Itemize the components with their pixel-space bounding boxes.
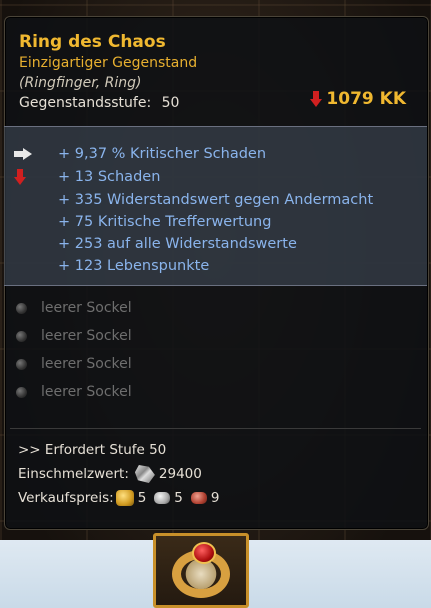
requirement-row: >> Erfordert Stufe 50 [18,438,219,462]
socket-list: leerer Sockel leerer Sockel leerer Socke… [14,294,132,406]
socket-item: leerer Sockel [14,378,132,406]
copper-coin-icon [190,492,207,504]
socket-label: leerer Sockel [41,384,132,400]
tooltip-header: Ring des Chaos Einzigartiger Gegenstand … [19,31,414,113]
item-rarity: Einzigartiger Gegenstand [19,55,198,71]
stat-text: + 123 Lebenspunkte [58,258,210,274]
empty-socket-icon [16,302,27,314]
socket-item: leerer Sockel [14,350,132,378]
stat-text: + 9,37 % Kritischer Schaden [58,146,267,162]
item-name: Ring des Chaos [19,32,166,52]
divider [10,428,421,429]
stats-panel: + 9,37 % Kritischer Schaden + 13 Schaden… [4,126,427,286]
down-arrow-icon [14,169,26,185]
sell-silver: 5 [174,490,183,506]
socket-label: leerer Sockel [41,300,132,316]
empty-socket-icon [16,358,27,370]
sell-copper: 9 [210,490,220,506]
socket-label: leerer Sockel [41,356,132,372]
ring-item-slot[interactable] [153,533,249,608]
socket-item: leerer Sockel [14,322,132,350]
up-arrow-icon [14,148,32,160]
stat-text: + 75 Kritische Trefferwertung [58,214,272,230]
stat-text: + 253 auf alle Widerstandswerte [58,236,297,252]
tooltip-footer: >> Erfordert Stufe 50 Einschmelzwert: 29… [18,438,219,510]
price-change: 1079 KK [310,89,406,109]
sell-gold: 5 [137,490,147,506]
item-level-row: Gegenstandsstufe: 50 1079 KK [19,89,414,113]
level-requirement: >> Erfordert Stufe 50 [18,442,167,458]
empty-socket-icon [16,330,27,342]
item-level-value: 50 [161,95,180,111]
socket-item: leerer Sockel [14,294,132,322]
empty-socket-icon [16,386,27,398]
stat-text: + 335 Widerstandswert gegen Andermacht [58,192,374,208]
smelt-value: 29400 [158,466,202,482]
smelt-row: Einschmelzwert: 29400 [18,462,219,486]
stat-text: + 13 Schaden [58,169,161,185]
smelt-label: Einschmelzwert: [18,466,129,482]
shard-icon [134,465,155,483]
gem-icon [192,542,216,564]
gold-coin-icon [115,490,134,506]
sell-row: Verkaufspreis: 5 5 9 [18,486,219,510]
item-level-label: Gegenstandsstufe: [19,95,152,111]
socket-label: leerer Sockel [41,328,132,344]
price-change-value: 1079 KK [326,89,406,109]
sell-label: Verkaufspreis: [18,490,114,506]
down-arrow-icon [310,91,323,107]
silver-coin-icon [154,492,171,504]
